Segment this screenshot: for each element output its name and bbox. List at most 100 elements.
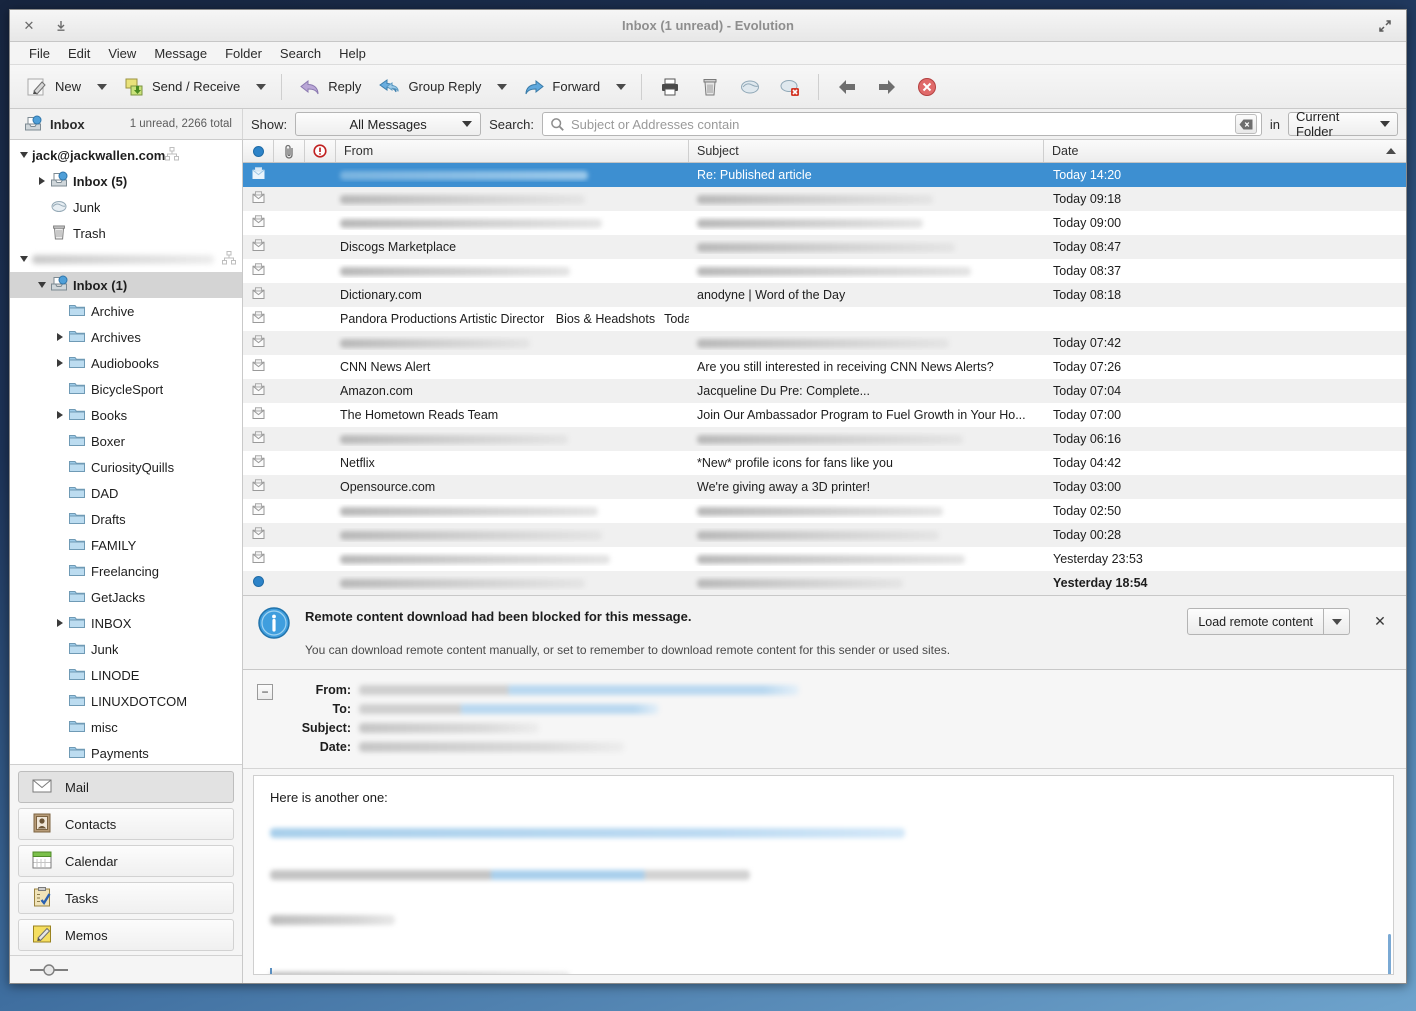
menu-view[interactable]: View [99,44,145,63]
folder-row-inbox-1[interactable]: Inbox (1) [10,272,242,298]
message-status-cell[interactable] [243,526,274,544]
message-status-cell[interactable] [243,310,274,328]
folder-row-books[interactable]: Books [10,402,242,428]
twisty[interactable] [52,584,68,610]
menu-file[interactable]: File [20,44,59,63]
switcher-mail[interactable]: Mail [18,771,234,803]
message-status-cell[interactable] [243,358,274,376]
twisty[interactable] [16,142,32,168]
previous-button[interactable] [828,72,866,102]
send-receive-button[interactable]: Send / Receive [115,72,248,102]
twisty[interactable] [52,298,68,324]
twisty[interactable] [52,506,68,532]
group-reply-button[interactable]: Group Reply [371,72,489,102]
twisty[interactable] [52,532,68,558]
message-status-cell[interactable] [243,550,274,568]
folder-row-bicyclesport[interactable]: BicycleSport [10,376,242,402]
junk-button[interactable] [731,72,769,102]
menu-help[interactable]: Help [330,44,375,63]
search-box[interactable] [541,112,1262,136]
message-list[interactable]: Re: Published article Today 14:20 Today 09… [243,163,1406,595]
message-row[interactable]: Yesterday 18:54 [243,571,1406,595]
twisty[interactable] [34,220,50,246]
switcher-tasks[interactable]: Tasks [18,882,234,914]
message-row[interactable]: Today 08:37 [243,259,1406,283]
group-reply-dropdown-icon[interactable] [497,83,508,90]
twisty[interactable] [52,688,68,714]
message-row[interactable]: Re: Published article Today 14:20 [243,163,1406,187]
message-row[interactable]: Yesterday 23:53 [243,547,1406,571]
twisty[interactable] [52,558,68,584]
message-row[interactable]: Netflix *New* profile icons for fans lik… [243,451,1406,475]
folder-row-linode[interactable]: LINODE [10,662,242,688]
folder-row-linuxdotcom[interactable]: LINUXDOTCOM [10,688,242,714]
message-row[interactable]: Today 09:18 [243,187,1406,211]
twisty[interactable] [52,714,68,740]
minimize-icon[interactable] [48,15,74,37]
switcher-contacts[interactable]: Contacts [18,808,234,840]
message-status-cell[interactable] [243,214,274,232]
message-row[interactable]: Opensource.com We're giving away a 3D pr… [243,475,1406,499]
message-body[interactable]: Here is another one: [253,775,1394,975]
menu-folder[interactable]: Folder [216,44,271,63]
message-status-cell[interactable] [243,334,274,352]
twisty[interactable] [52,610,68,636]
menu-message[interactable]: Message [145,44,216,63]
folder-row-inbox-5[interactable]: Inbox (5) [10,168,242,194]
folder-row-family[interactable]: FAMILY [10,532,242,558]
delete-button[interactable] [691,72,729,102]
folder-row-junk[interactable]: Junk [10,636,242,662]
switcher-memos[interactable]: Memos [18,919,234,951]
message-row[interactable]: Today 09:00 [243,211,1406,235]
message-row[interactable]: Today 00:28 [243,523,1406,547]
column-read-status[interactable] [243,140,274,162]
message-row[interactable]: Today 02:50 [243,499,1406,523]
message-row[interactable]: The Hometown Reads Team Join Our Ambassa… [243,403,1406,427]
cancel-button[interactable] [908,72,946,102]
maximize-icon[interactable] [1372,15,1398,37]
folder-row-trash[interactable]: Trash [10,220,242,246]
search-input[interactable] [570,116,1235,132]
load-remote-content-dropdown[interactable] [1324,608,1350,635]
twisty[interactable] [52,662,68,688]
twisty[interactable] [52,480,68,506]
message-status-cell[interactable] [243,430,274,448]
message-row[interactable]: CNN News Alert Are you still interested … [243,355,1406,379]
folder-row-freelancing[interactable]: Freelancing [10,558,242,584]
folder-row-audiobooks[interactable]: Audiobooks [10,350,242,376]
message-status-cell[interactable] [243,166,274,184]
message-row[interactable]: Discogs Marketplace Today 08:47 [243,235,1406,259]
send-receive-dropdown-icon[interactable] [256,83,267,90]
folder-tree[interactable]: jack@jackwallen.com Inbox (5) Junk Trash Inb… [10,140,242,764]
switcher-calendar[interactable]: Calendar [18,845,234,877]
message-status-cell[interactable] [243,478,274,496]
column-date[interactable]: Date [1044,140,1406,162]
message-status-cell[interactable] [243,454,274,472]
twisty[interactable] [52,376,68,402]
message-status-cell[interactable] [243,502,274,520]
twisty[interactable] [34,272,50,298]
twisty[interactable] [16,246,32,272]
resize-handle-icon[interactable] [28,963,70,977]
menu-edit[interactable]: Edit [59,44,99,63]
message-row[interactable]: Dictionary.com anodyne | Word of the Day… [243,283,1406,307]
folder-row-jack-jackwallen-com[interactable]: jack@jackwallen.com [10,142,242,168]
dismiss-notification-button[interactable]: ✕ [1366,608,1394,635]
new-dropdown-icon[interactable] [97,83,108,90]
close-icon[interactable]: ✕ [16,15,42,37]
folder-row-archives[interactable]: Archives [10,324,242,350]
message-row[interactable]: Today 07:42 [243,331,1406,355]
folder-row-dad[interactable]: DAD [10,480,242,506]
message-status-cell[interactable] [243,406,274,424]
column-subject[interactable]: Subject [689,140,1044,162]
folder-row-junk[interactable]: Junk [10,194,242,220]
search-scope-dropdown[interactable]: Current Folder [1288,109,1398,139]
twisty[interactable] [52,350,68,376]
menu-search[interactable]: Search [271,44,330,63]
reply-button[interactable]: Reply [291,72,369,102]
folder-row-inbox[interactable]: INBOX [10,610,242,636]
twisty[interactable] [52,402,68,428]
forward-dropdown-icon[interactable] [616,83,627,90]
column-importance[interactable] [305,140,336,162]
message-status-cell[interactable] [243,286,274,304]
